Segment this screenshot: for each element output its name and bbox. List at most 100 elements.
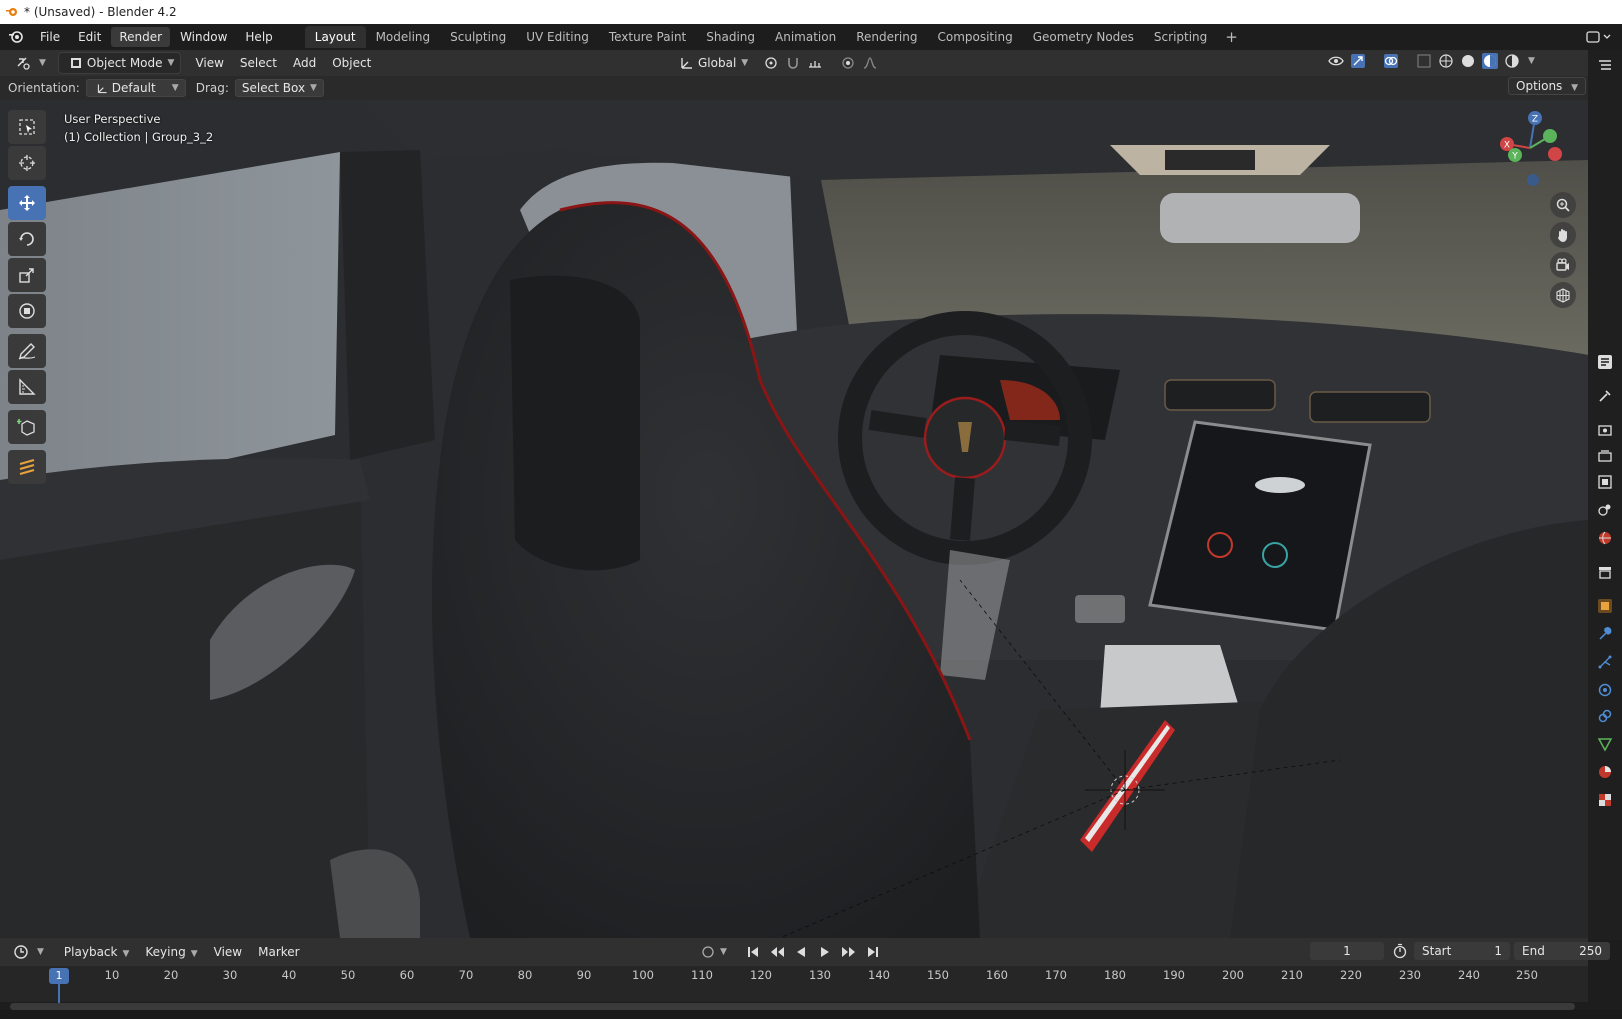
object-mode-dropdown[interactable]: Object Mode ▼ bbox=[57, 52, 182, 74]
visibility-eye-icon[interactable] bbox=[1328, 53, 1344, 69]
editor-type-dropdown[interactable]: ▼ bbox=[6, 53, 52, 73]
start-frame-field[interactable]: Start 1 bbox=[1414, 942, 1510, 960]
pivot-point-icon[interactable] bbox=[763, 55, 779, 71]
jump-to-start-icon[interactable] bbox=[745, 944, 761, 960]
tab-compositing[interactable]: Compositing bbox=[927, 26, 1022, 48]
wireframe-shading-icon[interactable] bbox=[1438, 53, 1454, 69]
current-frame-field[interactable]: 1 bbox=[1310, 942, 1384, 960]
chevron-down-icon[interactable]: ▼ bbox=[720, 947, 727, 957]
camera-view-button[interactable] bbox=[1550, 252, 1576, 278]
drag-dropdown[interactable]: Select Box ▼ bbox=[234, 79, 324, 97]
add-menu[interactable]: Add bbox=[285, 53, 324, 73]
proportional-edit-icon[interactable] bbox=[840, 55, 856, 71]
menu-render[interactable]: Render bbox=[111, 27, 171, 47]
snap-target-icon[interactable] bbox=[807, 55, 823, 71]
material-properties-icon[interactable] bbox=[1597, 764, 1613, 780]
data-properties-icon[interactable] bbox=[1597, 736, 1613, 752]
geometry-tool[interactable] bbox=[8, 450, 46, 484]
gizmo-y-axis[interactable] bbox=[1543, 129, 1557, 143]
tab-layout[interactable]: Layout bbox=[304, 26, 366, 48]
shading-options-chevron-icon[interactable]: ▼ bbox=[1528, 56, 1535, 66]
view-menu[interactable]: View bbox=[187, 53, 231, 73]
gizmo-toggle-icon[interactable] bbox=[1350, 53, 1366, 69]
snap-icon[interactable] bbox=[785, 55, 801, 71]
auto-keying-icon[interactable] bbox=[700, 944, 716, 960]
3d-viewport[interactable]: User Perspective (1) Collection | Group_… bbox=[0, 100, 1588, 938]
jump-to-keyframe-prev-icon[interactable] bbox=[769, 944, 785, 960]
tab-scripting[interactable]: Scripting bbox=[1144, 26, 1217, 48]
menu-window[interactable]: Window bbox=[172, 27, 235, 47]
tab-texture-paint[interactable]: Texture Paint bbox=[599, 26, 696, 48]
frame-tick: 140 bbox=[868, 968, 890, 982]
tool-properties-icon[interactable] bbox=[1597, 388, 1613, 404]
rendered-shading-icon[interactable] bbox=[1504, 53, 1520, 69]
object-menu[interactable]: Object bbox=[324, 53, 379, 73]
gizmo-neg-z-axis[interactable] bbox=[1527, 174, 1539, 186]
orientation-dropdown[interactable]: Default ▼ bbox=[85, 79, 186, 97]
menu-help[interactable]: Help bbox=[237, 27, 280, 47]
tab-sculpting[interactable]: Sculpting bbox=[440, 26, 516, 48]
move-tool[interactable] bbox=[8, 186, 46, 220]
stopwatch-icon[interactable] bbox=[1392, 943, 1408, 959]
jump-to-keyframe-next-icon[interactable] bbox=[841, 944, 857, 960]
physics-properties-icon[interactable] bbox=[1597, 682, 1613, 698]
scale-tool[interactable] bbox=[8, 258, 46, 292]
timeline-view-menu[interactable]: View bbox=[206, 942, 250, 962]
menu-edit[interactable]: Edit bbox=[70, 27, 109, 47]
gizmo-neg-x-axis[interactable] bbox=[1548, 147, 1562, 161]
properties-editor-icon[interactable] bbox=[1597, 354, 1613, 370]
tab-modeling[interactable]: Modeling bbox=[366, 26, 441, 48]
transform-orientation-dropdown[interactable]: Global ▼ bbox=[670, 53, 754, 73]
transform-tool[interactable] bbox=[8, 294, 46, 328]
tab-geometry-nodes[interactable]: Geometry Nodes bbox=[1023, 26, 1144, 48]
jump-to-end-icon[interactable] bbox=[865, 944, 881, 960]
ortho-toggle-button[interactable] bbox=[1550, 282, 1576, 308]
output-properties-icon[interactable] bbox=[1597, 448, 1613, 464]
timeline-editor-type-dropdown[interactable]: ▼ bbox=[8, 942, 50, 962]
scene-properties-icon[interactable] bbox=[1597, 502, 1613, 518]
tab-uv-editing[interactable]: UV Editing bbox=[516, 26, 599, 48]
timeline-area[interactable]: 1 10 20 30 40 50 60 70 80 90 100 110 120… bbox=[0, 966, 1588, 1004]
select-box-tool[interactable] bbox=[8, 110, 46, 144]
options-dropdown[interactable]: Options ▼ bbox=[1508, 77, 1587, 95]
playhead[interactable]: 1 bbox=[49, 968, 69, 984]
world-properties-icon[interactable] bbox=[1597, 530, 1613, 546]
constraints-properties-icon[interactable] bbox=[1597, 708, 1613, 724]
cursor-tool[interactable] bbox=[8, 146, 46, 180]
navigation-gizmo[interactable]: Z X Y bbox=[1495, 108, 1565, 188]
select-menu[interactable]: Select bbox=[232, 53, 285, 73]
play-reverse-icon[interactable] bbox=[793, 944, 809, 960]
tab-animation[interactable]: Animation bbox=[765, 26, 846, 48]
keying-menu[interactable]: Keying ▼ bbox=[137, 942, 205, 962]
overlay-toggle-icon[interactable] bbox=[1383, 53, 1399, 69]
solid-shading-icon[interactable] bbox=[1460, 53, 1476, 69]
marker-menu[interactable]: Marker bbox=[250, 942, 307, 962]
modifier-properties-icon[interactable] bbox=[1597, 626, 1613, 642]
measure-tool[interactable] bbox=[8, 370, 46, 404]
playback-menu[interactable]: Playback ▼ bbox=[56, 942, 137, 962]
end-frame-field[interactable]: End 250 bbox=[1514, 942, 1610, 960]
render-properties-icon[interactable] bbox=[1597, 422, 1613, 438]
zoom-button[interactable] bbox=[1550, 192, 1576, 218]
outliner-editor-icon[interactable] bbox=[1597, 58, 1613, 74]
object-properties-icon[interactable] bbox=[1597, 598, 1613, 614]
menu-file[interactable]: File bbox=[32, 27, 68, 47]
tab-rendering[interactable]: Rendering bbox=[846, 26, 927, 48]
scene-selector-icon[interactable] bbox=[1585, 29, 1615, 45]
view-layer-properties-icon[interactable] bbox=[1597, 474, 1613, 490]
annotate-tool[interactable] bbox=[8, 334, 46, 368]
blender-menu-icon[interactable] bbox=[8, 29, 24, 45]
particles-properties-icon[interactable] bbox=[1597, 654, 1613, 670]
pan-button[interactable] bbox=[1550, 222, 1576, 248]
play-icon[interactable] bbox=[817, 944, 833, 960]
texture-properties-icon[interactable] bbox=[1597, 792, 1613, 808]
add-cube-tool[interactable] bbox=[8, 410, 46, 444]
falloff-icon[interactable] bbox=[862, 55, 878, 71]
collection-properties-icon[interactable] bbox=[1597, 564, 1613, 580]
add-workspace-button[interactable]: + bbox=[1217, 26, 1246, 48]
rotate-tool[interactable] bbox=[8, 222, 46, 256]
xray-toggle-icon[interactable] bbox=[1416, 53, 1432, 69]
material-shading-icon[interactable] bbox=[1482, 53, 1498, 69]
tab-shading[interactable]: Shading bbox=[696, 26, 765, 48]
timeline-scrollbar[interactable] bbox=[10, 1003, 1575, 1010]
